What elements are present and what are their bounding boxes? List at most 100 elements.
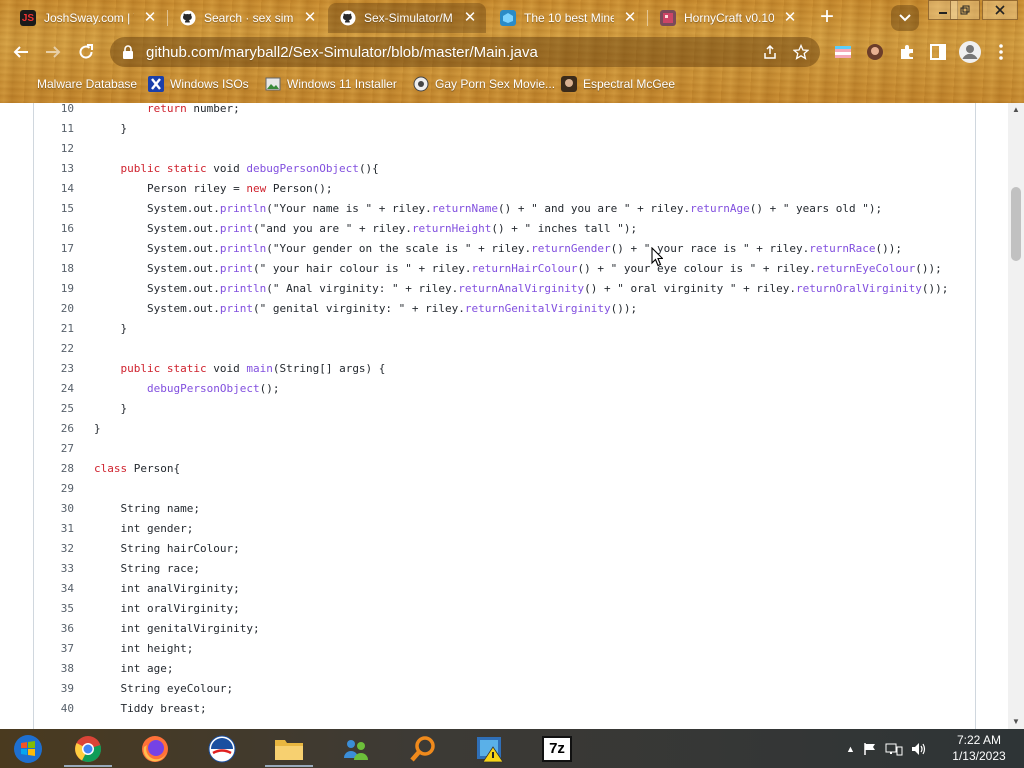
puzzle-piece-icon[interactable] bbox=[898, 43, 916, 61]
line-number[interactable]: 32 bbox=[34, 539, 74, 559]
taskbar-file-explorer[interactable] bbox=[261, 731, 317, 767]
taskbar-defender[interactable] bbox=[462, 731, 518, 767]
line-number[interactable]: 27 bbox=[34, 439, 74, 459]
line-number[interactable]: 29 bbox=[34, 479, 74, 499]
line-number[interactable]: 12 bbox=[34, 139, 74, 159]
close-icon[interactable]: ✕ bbox=[302, 10, 318, 26]
close-icon[interactable]: ✕ bbox=[622, 10, 638, 26]
start-button[interactable] bbox=[0, 731, 56, 767]
line-number[interactable]: 30 bbox=[34, 499, 74, 519]
code-token: (){ bbox=[358, 162, 379, 175]
volume-icon[interactable] bbox=[911, 742, 927, 756]
line-number[interactable]: 24 bbox=[34, 379, 74, 399]
code-function: debugPersonObject bbox=[246, 162, 359, 175]
github-icon bbox=[180, 10, 196, 26]
reload-button[interactable] bbox=[72, 38, 100, 66]
taskbar-search[interactable] bbox=[395, 731, 451, 767]
line-number[interactable]: 21 bbox=[34, 319, 74, 339]
scroll-up-arrow-icon[interactable]: ▲ bbox=[1008, 103, 1024, 117]
close-icon[interactable]: ✕ bbox=[782, 10, 798, 26]
code-keyword: public static bbox=[120, 162, 207, 175]
line-number[interactable]: 25 bbox=[34, 399, 74, 419]
code-token: } bbox=[120, 322, 128, 335]
flag-icon[interactable] bbox=[863, 742, 877, 756]
extension-flag-icon[interactable] bbox=[834, 43, 852, 61]
lock-icon bbox=[123, 45, 133, 59]
tab-sex-simulator[interactable]: Sex-Simulator/M ✕ bbox=[328, 3, 486, 33]
code-token: int age; bbox=[120, 662, 174, 675]
forward-button[interactable] bbox=[39, 38, 67, 66]
bookmark-malware-database[interactable]: Malware Database bbox=[37, 74, 137, 94]
line-number[interactable]: 35 bbox=[34, 599, 74, 619]
scroll-thumb[interactable] bbox=[1011, 187, 1021, 261]
line-number[interactable]: 26 bbox=[34, 419, 74, 439]
side-panel-icon[interactable] bbox=[929, 43, 947, 61]
close-icon[interactable]: ✕ bbox=[462, 10, 478, 26]
tab-github-search[interactable]: Search · sex simul ✕ bbox=[168, 3, 326, 33]
line-number[interactable]: 36 bbox=[34, 619, 74, 639]
code-token: (); bbox=[259, 382, 280, 395]
system-clock[interactable]: 7:22 AM 1/13/2023 bbox=[945, 732, 1013, 764]
network-people-icon bbox=[344, 740, 368, 760]
line-number[interactable]: 18 bbox=[34, 259, 74, 279]
line-number[interactable]: 23 bbox=[34, 359, 74, 379]
star-icon[interactable] bbox=[793, 44, 809, 60]
tab-joshsway[interactable]: JS JoshSway.com | Y ✕ bbox=[8, 3, 166, 33]
line-number[interactable]: 17 bbox=[34, 239, 74, 259]
7zip-icon: 7z bbox=[542, 736, 572, 762]
line-number[interactable]: 19 bbox=[34, 279, 74, 299]
code-line: 25} bbox=[34, 399, 976, 419]
line-number[interactable]: 14 bbox=[34, 179, 74, 199]
code-keyword: return bbox=[147, 103, 187, 115]
bookmark-espectral-mcgee[interactable]: Espectral McGee bbox=[561, 74, 675, 94]
chevron-up-icon[interactable]: ▲ bbox=[846, 744, 855, 754]
line-number[interactable]: 33 bbox=[34, 559, 74, 579]
restore-button[interactable] bbox=[950, 0, 980, 20]
tab-hornycraft[interactable]: HornyCraft v0.10 ✕ bbox=[648, 3, 806, 33]
line-number[interactable]: 15 bbox=[34, 199, 74, 219]
new-tab-button[interactable]: + bbox=[814, 5, 840, 31]
code-text: public static void debugPersonObject(){ bbox=[121, 159, 379, 179]
network-icon[interactable] bbox=[885, 742, 903, 756]
taskbar-firefox[interactable] bbox=[127, 731, 183, 767]
taskbar-7zip[interactable]: 7z bbox=[529, 731, 585, 767]
line-number[interactable]: 39 bbox=[34, 679, 74, 699]
tab-minecraft[interactable]: The 10 best Mine ✕ bbox=[488, 3, 646, 33]
back-button[interactable] bbox=[7, 38, 35, 66]
line-number[interactable]: 37 bbox=[34, 639, 74, 659]
kebab-menu-icon[interactable] bbox=[994, 43, 1008, 61]
github-file-view: 10 return number; 11} 12 13 public static voi… bbox=[0, 103, 1008, 729]
tab-search-button[interactable] bbox=[891, 5, 919, 31]
extension-avatar-icon[interactable] bbox=[866, 43, 884, 61]
vertical-scrollbar[interactable]: ▲ ▼ bbox=[1008, 103, 1024, 729]
profile-avatar-icon[interactable] bbox=[958, 40, 982, 64]
bookmark-windows-isos[interactable]: Windows ISOs bbox=[148, 74, 249, 94]
taskbar-chrome[interactable] bbox=[60, 731, 116, 767]
line-number[interactable]: 20 bbox=[34, 299, 74, 319]
bookmark-gay-porn-sex-movie[interactable]: Gay Porn Sex Movie... bbox=[413, 74, 555, 94]
line-number[interactable]: 10 bbox=[34, 103, 74, 119]
code-token: System.out. bbox=[147, 282, 220, 295]
line-number[interactable]: 34 bbox=[34, 579, 74, 599]
taskbar-network[interactable] bbox=[328, 731, 384, 767]
line-number[interactable]: 11 bbox=[34, 119, 74, 139]
taskbar-obama[interactable] bbox=[194, 731, 250, 767]
line-number[interactable]: 38 bbox=[34, 659, 74, 679]
browser-toolbar: github.com/maryball2/Sex-Simulator/blob/… bbox=[0, 34, 1024, 70]
code-line: 40 Tiddy breast; bbox=[34, 699, 976, 719]
share-icon[interactable] bbox=[762, 44, 778, 60]
code-token: Tiddy breast; bbox=[120, 702, 207, 715]
address-bar[interactable]: github.com/maryball2/Sex-Simulator/blob/… bbox=[110, 37, 820, 67]
chevron-down-icon bbox=[899, 14, 911, 22]
window-close-button[interactable] bbox=[982, 0, 1018, 20]
line-number[interactable]: 13 bbox=[34, 159, 74, 179]
line-number[interactable]: 40 bbox=[34, 699, 74, 719]
code-line: 29 bbox=[34, 479, 976, 499]
scroll-down-arrow-icon[interactable]: ▼ bbox=[1008, 715, 1024, 729]
close-icon[interactable]: ✕ bbox=[142, 10, 158, 26]
line-number[interactable]: 16 bbox=[34, 219, 74, 239]
line-number[interactable]: 28 bbox=[34, 459, 74, 479]
bookmark-windows-11-installer[interactable]: Windows 11 Installer bbox=[265, 74, 397, 94]
line-number[interactable]: 31 bbox=[34, 519, 74, 539]
line-number[interactable]: 22 bbox=[34, 339, 74, 359]
